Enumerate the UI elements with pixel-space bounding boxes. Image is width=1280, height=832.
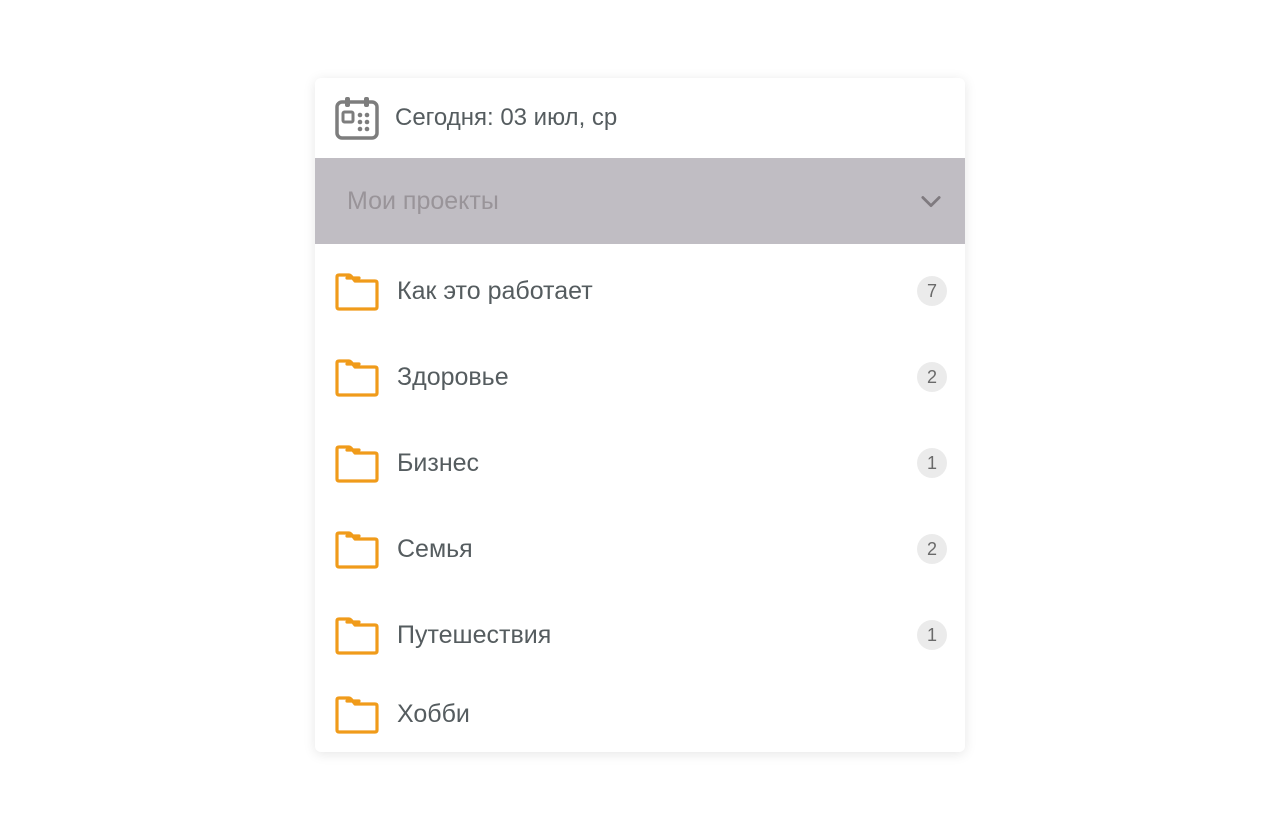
calendar-icon <box>333 94 381 142</box>
folder-icon <box>333 269 381 313</box>
project-item[interactable]: Как это работает 7 <box>315 248 965 334</box>
projects-list: Как это работает 7 Здоровье 2 Бизнес 1 <box>315 244 965 752</box>
sidebar-panel: Сегодня: 03 июл, ср Мои проекты Как это … <box>315 78 965 752</box>
project-label: Семья <box>397 535 917 564</box>
folder-icon <box>333 441 381 485</box>
count-badge: 2 <box>917 534 947 564</box>
projects-section-title: Мои проекты <box>347 187 499 216</box>
chevron-down-icon <box>917 187 945 215</box>
project-item[interactable]: Семья 2 <box>315 506 965 592</box>
count-badge: 2 <box>917 362 947 392</box>
folder-icon <box>333 527 381 571</box>
project-label: Как это работает <box>397 277 917 306</box>
projects-section-header[interactable]: Мои проекты <box>315 158 965 244</box>
folder-icon <box>333 692 381 736</box>
count-badge: 1 <box>917 448 947 478</box>
project-item[interactable]: Здоровье 2 <box>315 334 965 420</box>
project-label: Путешествия <box>397 621 917 650</box>
project-item[interactable]: Бизнес 1 <box>315 420 965 506</box>
today-label: Сегодня: 03 июл, ср <box>395 104 617 132</box>
project-label: Здоровье <box>397 363 917 392</box>
project-label: Хобби <box>397 700 947 729</box>
project-label: Бизнес <box>397 449 917 478</box>
today-row[interactable]: Сегодня: 03 июл, ср <box>315 78 965 158</box>
count-badge: 1 <box>917 620 947 650</box>
folder-icon <box>333 355 381 399</box>
project-item[interactable]: Путешествия 1 <box>315 592 965 678</box>
folder-icon <box>333 613 381 657</box>
count-badge: 7 <box>917 276 947 306</box>
project-item[interactable]: Хобби <box>315 678 965 750</box>
